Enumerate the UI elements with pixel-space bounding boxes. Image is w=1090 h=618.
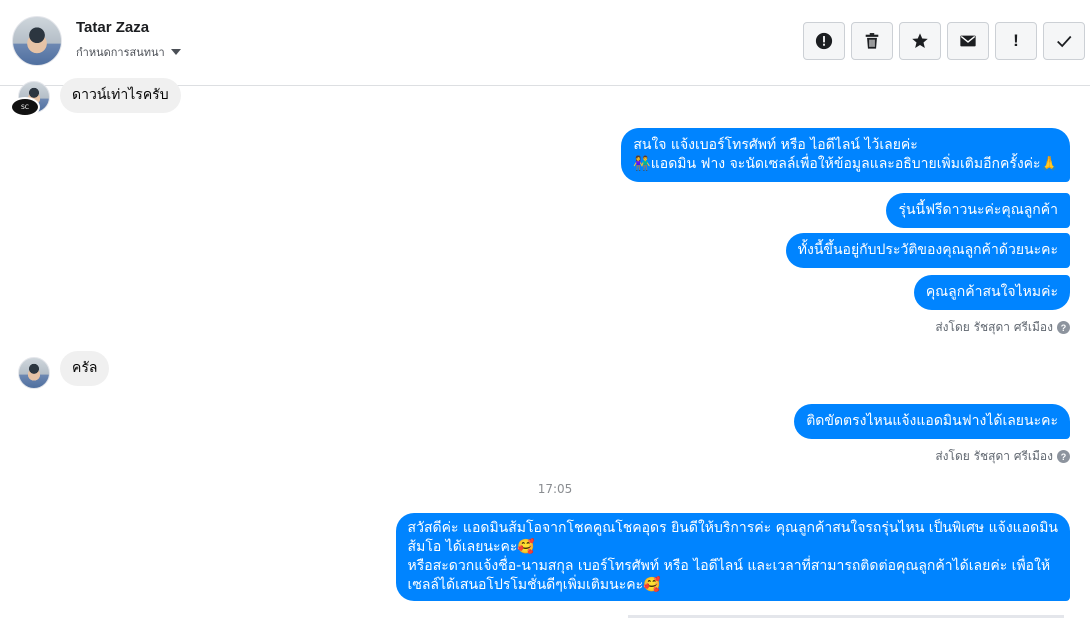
- sent-by-label: ส่งโดย รัชสุดา ศรีเมือง ?: [935, 318, 1070, 337]
- outgoing-message[interactable]: ติดขัดตรงไหนแจ้งแอดมินฟางได้เลยนะคะ: [794, 404, 1070, 439]
- mark-important-button[interactable]: !: [995, 22, 1037, 60]
- delete-button[interactable]: [851, 22, 893, 60]
- outgoing-message[interactable]: คุณลูกค้าสนใจไหมค่ะ: [913, 275, 1070, 310]
- message-line: สนใจ แจ้งเบอร์โทรศัพท์ หรือ ไอดีไลน์ ไว้…: [633, 137, 918, 153]
- chevron-down-icon: [170, 49, 181, 55]
- alert-circle-icon: [815, 32, 833, 50]
- conversation-header: Tatar Zaza กำหนดการสนทนา !: [0, 0, 1090, 86]
- message-line: 👫แอดมิน ฟาง จะนัดเซลล์เพื่อให้ข้อมูลและอ…: [633, 156, 1058, 172]
- contact-avatar-small: [18, 357, 50, 389]
- help-icon[interactable]: ?: [1057, 321, 1070, 334]
- page-avatar-badge: SC: [10, 97, 40, 117]
- conversation-toolbar: !: [803, 22, 1085, 60]
- message-line: สวัสดีค่ะ แอดมินส้มโอจากโชคคูณโชคอุดร ยิ…: [407, 520, 1058, 536]
- envelope-icon: [960, 35, 976, 47]
- check-icon: [1057, 35, 1072, 48]
- trash-icon: [865, 33, 879, 49]
- assign-label: กำหนดการสนทนา: [76, 46, 165, 59]
- message-list: SC ดาวน์เท่าไรครับ สนใจ แจ้งเบอร์โทรศัพท…: [0, 78, 1090, 618]
- mark-unread-button[interactable]: [947, 22, 989, 60]
- incoming-message[interactable]: ดาวน์เท่าไรครับ: [60, 78, 181, 113]
- exclamation-icon: !: [1013, 31, 1019, 50]
- message-timestamp: 17:05: [537, 482, 573, 496]
- incoming-message[interactable]: ครัล: [60, 351, 110, 386]
- outgoing-message[interactable]: ทั้งนี้ขึ้นอยู่กับประวัติของคุณลูกค้าด้ว…: [785, 233, 1070, 268]
- mark-done-button[interactable]: [1043, 22, 1085, 60]
- star-button[interactable]: [899, 22, 941, 60]
- inbox-conversation: Tatar Zaza กำหนดการสนทนา ! SC ดาวน์เท่าไ…: [0, 0, 1090, 618]
- message-line: ส้มโอ ได้เลยนะคะ🥰: [407, 539, 535, 555]
- help-icon[interactable]: ?: [1057, 450, 1070, 463]
- message-line: หรือสะดวกแจ้งชื่อ-นามสกุล เบอร์โทรศัพท์ …: [407, 558, 1051, 574]
- report-spam-button[interactable]: [803, 22, 845, 60]
- outgoing-message[interactable]: สวัสดีค่ะ แอดมินส้มโอจากโชคคูณโชคอุดร ยิ…: [395, 513, 1070, 601]
- sent-by-text: ส่งโดย รัชสุดา ศรีเมือง: [935, 449, 1053, 463]
- sent-by-label: ส่งโดย รัชสุดา ศรีเมือง ?: [935, 447, 1070, 466]
- message-line: เซลล์ได้เสนอโปรโมชั่นดีๆเพิ่มเติมนะคะ🥰: [407, 577, 661, 593]
- contact-name[interactable]: Tatar Zaza: [76, 19, 149, 36]
- sent-by-text: ส่งโดย รัชสุดา ศรีเมือง: [935, 320, 1053, 334]
- outgoing-message[interactable]: สนใจ แจ้งเบอร์โทรศัพท์ หรือ ไอดีไลน์ ไว้…: [621, 128, 1070, 182]
- star-icon: [912, 33, 928, 49]
- outgoing-message[interactable]: รุ่นนี้ฟรีดาวนะค่ะคุณลูกค้า: [886, 193, 1070, 228]
- assign-conversation-dropdown[interactable]: กำหนดการสนทนา: [76, 43, 181, 61]
- contact-avatar[interactable]: [12, 16, 62, 66]
